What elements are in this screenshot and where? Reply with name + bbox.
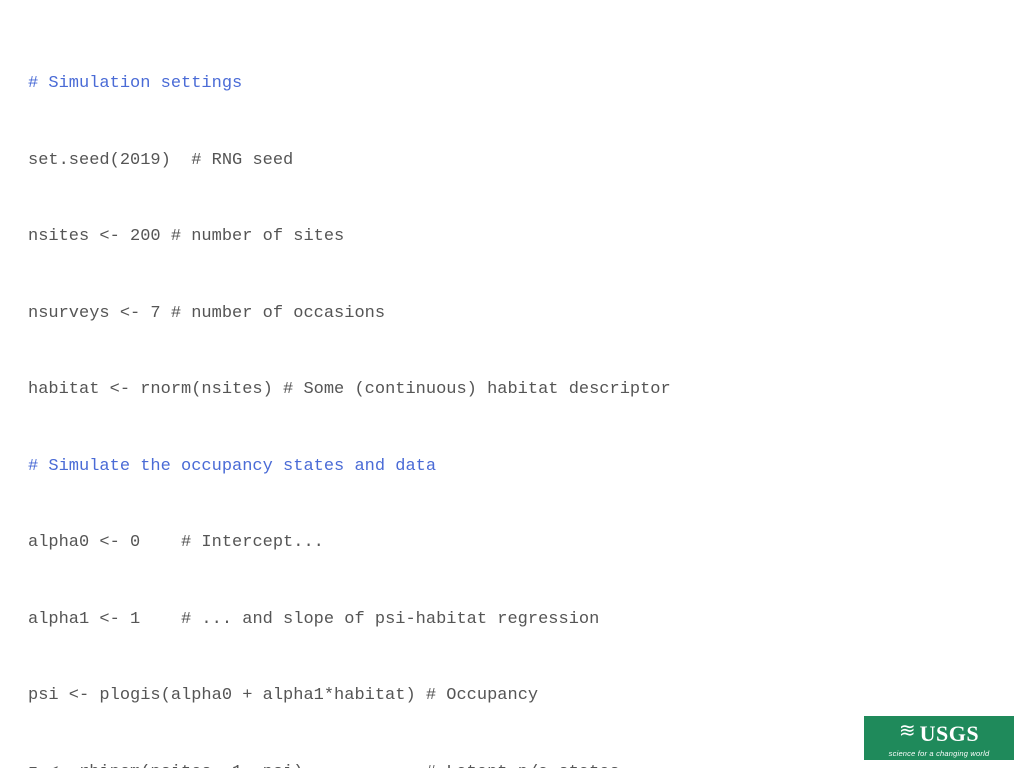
wave-icon: ≋ [899,723,914,743]
logo-tagline: science for a changing world [889,748,990,759]
code-text: alpha1 <- 1 [28,610,181,629]
code-block: # Simulation settings set.seed(2019) # R… [28,20,996,768]
code-comment: # Latent p/a states [426,763,620,768]
code-comment: # Occupancy [426,686,538,705]
code-text: habitat <- rnorm(nsites) [28,380,283,399]
code-comment: # number of occasions [171,304,385,323]
code-comment: # Intercept... [181,533,324,552]
code-text: set.seed(2019) [28,151,191,170]
code-comment: # Simulate the occupancy states and data [28,457,436,476]
code-comment: # number of sites [171,227,344,246]
slide-content: # Simulation settings set.seed(2019) # R… [0,0,1024,768]
code-comment: # Some (continuous) habitat descriptor [283,380,671,399]
code-text: z <- rbinom(nsites, 1, psi) [28,763,426,768]
code-comment: # RNG seed [191,151,293,170]
code-text: nsurveys <- 7 [28,304,171,323]
code-text: nsites <- 200 [28,227,171,246]
logo-text: USGS [920,717,979,750]
usgs-logo: ≋ USGS science for a changing world [864,716,1014,760]
code-text: psi <- plogis(alpha0 + alpha1*habitat) [28,686,426,705]
code-text: alpha0 <- 0 [28,533,181,552]
code-comment: # Simulation settings [28,74,242,93]
code-comment: # ... and slope of psi-habitat regressio… [181,610,599,629]
